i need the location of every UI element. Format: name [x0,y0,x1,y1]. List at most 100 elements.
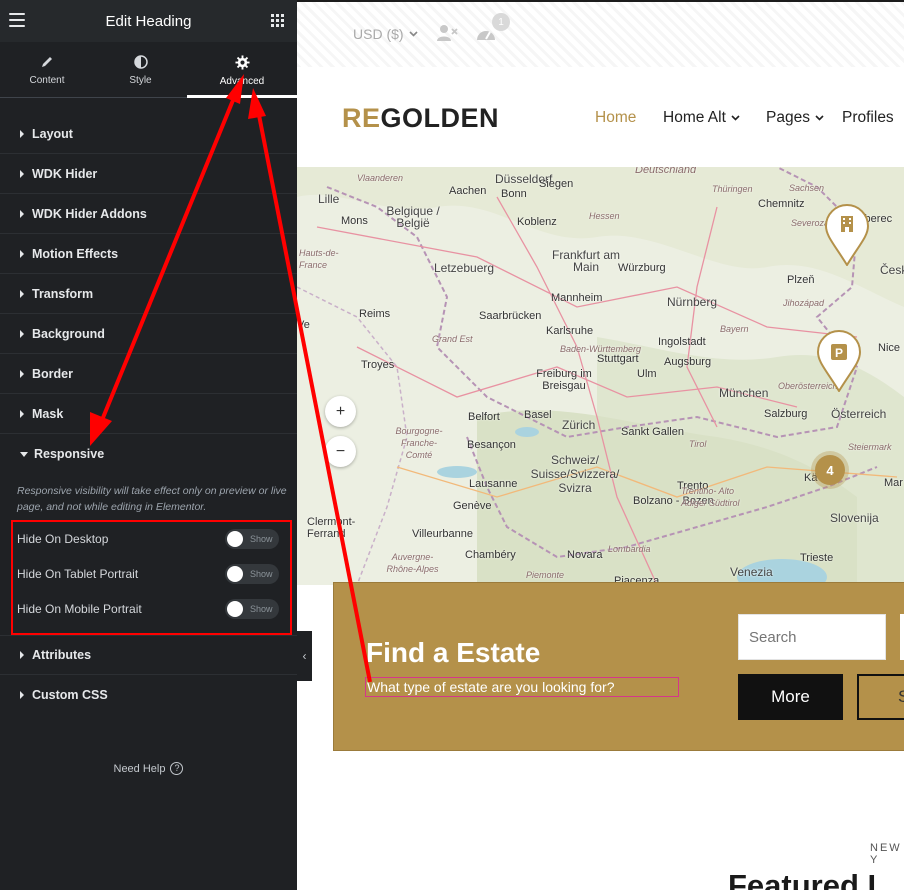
map-label: Augsburg [664,356,712,368]
map-label: Chambéry [465,549,516,561]
switch-knob [227,531,243,547]
map-label: Lausanne [469,478,518,490]
hide-mobile-switch[interactable]: Show [225,599,279,619]
map-label: Ve [297,319,310,331]
section-label: Mask [32,406,64,421]
user-remove-icon[interactable] [436,24,458,42]
switch-knob [227,601,243,617]
nav-pages[interactable]: Pages [766,109,824,127]
collapse-panel-button[interactable]: ‹ [297,631,312,681]
section-motion-effects[interactable]: Motion Effects [0,234,297,274]
switch-state: Show [250,604,273,614]
map-label: Besançon [467,439,516,451]
caret-down-icon [20,451,28,457]
toggle-label: Hide On Mobile Portrait [17,602,142,616]
switch-knob [227,566,243,582]
svg-text:P: P [835,346,843,360]
section-responsive[interactable]: Responsive [0,434,297,474]
map-label: Trieste [800,552,834,564]
nav-home-alt[interactable]: Home Alt [663,109,740,127]
hide-tablet-switch[interactable]: Show [225,564,279,584]
map-label: Nürnberg [667,295,718,309]
widgets-grid-icon[interactable] [271,14,284,27]
map-label: Saarbrücken [479,310,542,322]
toggle-row-tablet: Hide On Tablet Portrait Show [17,562,279,586]
section-label: Layout [32,126,73,141]
zoom-out-button[interactable]: − [325,436,356,467]
map-label: Aachen [449,185,487,197]
search-input[interactable] [738,614,886,660]
nav-home[interactable]: Home [595,109,636,127]
section-label: WDK Hider Addons [32,206,147,221]
tab-style[interactable]: Style [94,42,187,98]
map-label: Koblenz [517,216,557,228]
map-label: Salzburg [764,408,808,420]
hamburger-menu-icon[interactable] [9,13,25,27]
section-label: Motion Effects [32,246,119,261]
chevron-down-icon [731,115,740,121]
caret-right-icon [20,209,24,218]
section-label: Responsive [34,447,105,461]
chevron-left-icon: ‹ [302,649,307,663]
featured-heading: Featured L [728,868,887,890]
search-input-2[interactable] [900,614,904,660]
map-view[interactable]: Düsseldorf Aachen Bonn Siegen Lille Belg… [297,167,904,585]
map-cluster-marker[interactable]: 4 [815,455,845,485]
search-subtitle-heading[interactable]: What type of estate are you looking for? [365,677,679,697]
section-mask[interactable]: Mask [0,394,297,434]
nav-label: Pages [766,109,810,126]
search-button[interactable]: S [857,674,904,720]
map-label: Österreich [831,407,887,421]
map-label: Würzburg [618,262,666,274]
nav-profiles[interactable]: Profiles [842,109,894,127]
section-wdk-hider-addons[interactable]: WDK Hider Addons [0,194,297,234]
map-label: München [719,386,769,400]
map-label: Ulm [637,368,657,380]
caret-right-icon [20,369,24,378]
map-label: Plzeň [787,274,815,286]
tab-style-label: Style [129,75,152,86]
site-logo[interactable]: REGOLDEN [342,103,499,134]
caret-right-icon [20,409,24,418]
map-pin-building-icon[interactable] [824,204,870,266]
caret-right-icon [20,129,24,138]
map-label: Tirol [689,439,707,449]
toggle-label: Hide On Tablet Portrait [17,567,139,581]
map-label: Nice [878,342,901,354]
currency-label: USD ($) [353,26,404,42]
map-label: Sachsen [789,183,825,193]
pencil-icon [42,57,52,67]
section-wdk-hider[interactable]: WDK Hider [0,154,297,194]
chevron-down-icon [408,31,418,37]
map-label: Basel [524,409,552,421]
chevron-down-icon [815,115,824,121]
panel-header: Edit Heading [0,0,297,42]
zoom-in-button[interactable]: + [325,396,356,427]
toggle-row-desktop: Hide On Desktop Show [17,527,279,551]
currency-dropdown[interactable]: USD ($) [353,26,418,42]
caret-right-icon [20,691,24,699]
map-label: Belfort [468,411,500,423]
map-label: Bourgogne- Franche- Comté [395,426,443,460]
map-label: Freiburg im Breisgau [536,368,592,392]
map-label: Grand Est [432,334,473,344]
more-button[interactable]: More [738,674,843,720]
map-label: Sankt Gallen [621,426,684,438]
toggle-label: Hide On Desktop [17,532,109,546]
section-border[interactable]: Border [0,354,297,394]
section-transform[interactable]: Transform [0,274,297,314]
map-label: Schweiz/ Suisse/Svizzera/ Svizra [530,453,620,495]
map-label: Slovenija [830,511,879,525]
section-background[interactable]: Background [0,314,297,354]
map-label: Hauts-de- France [299,248,339,270]
section-layout[interactable]: Layout [0,114,297,154]
caret-right-icon [20,329,24,338]
need-help-link[interactable]: Need Help ? [0,762,297,775]
section-custom-css[interactable]: Custom CSS [0,675,297,715]
tab-advanced[interactable]: Advanced [187,42,297,98]
section-attributes[interactable]: Attributes [0,635,297,675]
map-pin-parking-icon[interactable]: P [816,330,862,392]
hide-desktop-switch[interactable]: Show [225,529,279,549]
map-label: Belgique / België [386,204,440,230]
tab-content[interactable]: Content [0,42,94,98]
